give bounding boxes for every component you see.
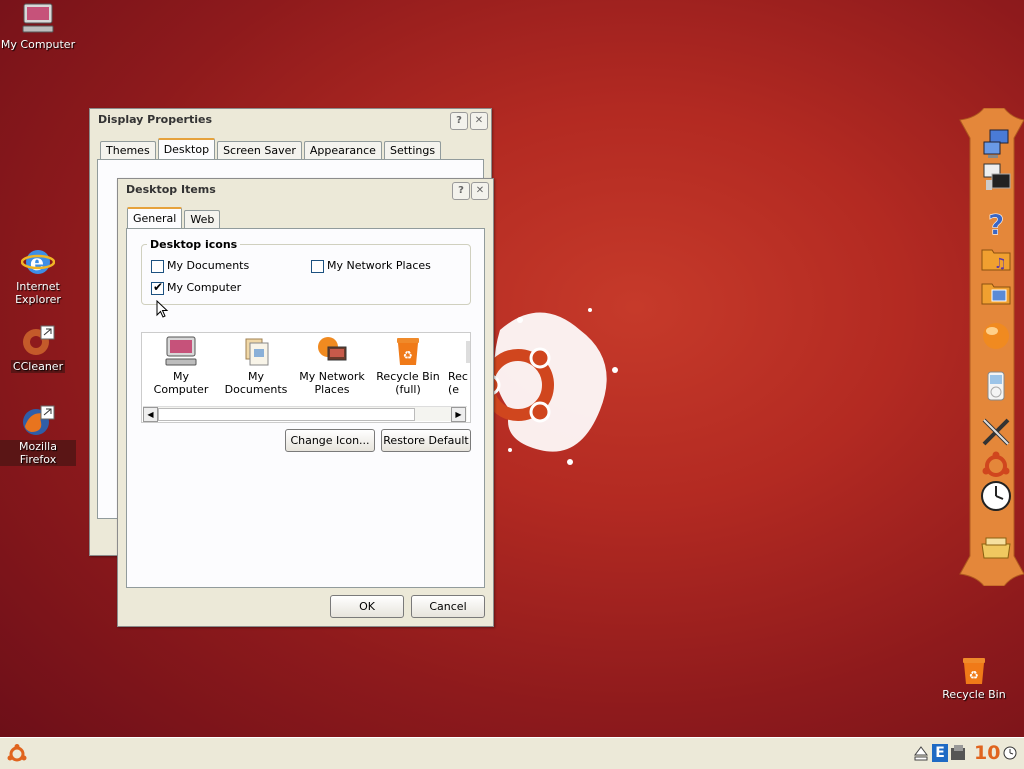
svg-text:e: e (30, 250, 44, 276)
general-tab-panel: Desktop icons My Documents My Network Pl… (126, 228, 485, 588)
desktop-icon-recycle-bin[interactable]: ♻ Recycle Bin (936, 652, 1012, 701)
checkmark-icon: ✔ (153, 280, 164, 294)
icon-list: My Computer My Documents My Network Plac… (141, 332, 471, 423)
recycle-bin-icon: ♻ (957, 652, 991, 686)
change-icon-button[interactable]: Change Icon... (285, 429, 375, 452)
tools-icon[interactable] (980, 416, 1012, 448)
start-button[interactable] (6, 743, 28, 765)
desktop-icon-label-line1: Internet (16, 280, 60, 293)
icon-list-label-line1: Rec (448, 370, 468, 383)
desktop-icon-label: My Computer (0, 38, 76, 51)
desktop-icon-my-computer[interactable]: My Computer (0, 2, 76, 51)
computer-icon (165, 336, 197, 366)
close-button[interactable]: ✕ (470, 112, 488, 130)
ccleaner-icon (21, 324, 55, 358)
network-places-icon (318, 337, 347, 361)
media-player-icon[interactable] (980, 370, 1012, 402)
firefox-icon (21, 404, 55, 438)
svg-text:♻: ♻ (403, 349, 413, 362)
pictures-folder-icon[interactable] (980, 276, 1012, 308)
computer-icon (21, 2, 55, 36)
application-dock: ? ♫ (958, 108, 1024, 586)
icon-list-label-line2: (full) (395, 383, 421, 396)
scroll-thumb[interactable] (158, 408, 415, 421)
tray-app-icon[interactable] (950, 744, 966, 762)
network-computers-icon[interactable] (980, 128, 1012, 160)
desktop-icon-internet-explorer[interactable]: e Internet Explorer (0, 244, 76, 306)
my-computer-checkbox[interactable]: ✔ (151, 280, 164, 295)
my-documents-label: My Documents (167, 259, 250, 272)
icon-list-label-line2: Places (314, 383, 350, 396)
my-network-places-label: My Network Places (327, 259, 431, 272)
ubuntu-logo-icon[interactable] (980, 450, 1012, 482)
orange-orb-icon[interactable] (980, 320, 1012, 352)
icon-list-item[interactable]: My Network Places (294, 335, 370, 396)
tab-themes[interactable]: Themes (100, 141, 156, 159)
tab-general[interactable]: General (127, 207, 183, 229)
help-icon[interactable]: ? (980, 206, 1012, 242)
ubuntu-wallpaper-logo (479, 300, 630, 470)
icon-list-item[interactable]: ♻ Recycle Bin (full) (370, 335, 446, 396)
icon-list-label-line1: Recycle Bin (376, 370, 440, 383)
icon-list-item[interactable]: My Documents (218, 335, 294, 396)
recycle-bin-dock-icon[interactable] (980, 532, 1012, 564)
tab-settings[interactable]: Settings (383, 141, 442, 159)
icon-list-label: My Computer (153, 370, 209, 396)
icon-list-label: My Documents (224, 370, 288, 396)
desktop-icon-ccleaner[interactable]: CCleaner (0, 324, 76, 373)
icon-list-item[interactable]: My Computer (146, 335, 216, 396)
help-button[interactable]: ? (452, 182, 470, 200)
desktop-icon-label-line2: Explorer (15, 293, 61, 306)
group-title: Desktop icons (147, 238, 241, 251)
desktop-items-dialog: Desktop Items ? ✕ General Web Desktop ic… (117, 178, 494, 627)
tab-web[interactable]: Web (184, 210, 221, 228)
window-title-bar: Display Properties ? ✕ (90, 109, 491, 131)
clock-display[interactable]: 10 (974, 741, 1020, 765)
internet-explorer-icon: e (20, 244, 56, 278)
tab-desktop[interactable]: Desktop (157, 138, 216, 160)
taskbar: E 10 (0, 737, 1024, 769)
clock-text: 10 (974, 742, 1001, 764)
desktop-icon-label: Mozilla Firefox (0, 440, 76, 466)
tray-eject-icon[interactable] (914, 745, 928, 761)
desktop-icons-group (141, 244, 471, 305)
recycle-bin-full-icon: ♻ (397, 338, 419, 365)
desktop-icon-firefox[interactable]: Mozilla Firefox (0, 404, 76, 466)
dialog-tab-strip: General Web (127, 207, 222, 229)
tab-strip: Themes Desktop Screen Saver Appearance S… (100, 138, 443, 160)
recycle-bin-empty-icon (466, 341, 470, 363)
svg-text:♻: ♻ (969, 669, 979, 682)
clock-icon[interactable] (980, 480, 1012, 512)
tab-appearance[interactable]: Appearance (303, 141, 382, 159)
close-button[interactable]: ✕ (471, 182, 489, 200)
my-documents-checkbox[interactable] (151, 260, 164, 273)
svg-text:♫: ♫ (994, 256, 1007, 272)
scroll-right-button[interactable]: ▶ (451, 407, 466, 422)
help-button[interactable]: ? (450, 112, 468, 130)
tab-screen-saver[interactable]: Screen Saver (217, 141, 302, 159)
icon-list-label-line1: My Network (299, 370, 365, 383)
cancel-button[interactable]: Cancel (411, 595, 485, 618)
monitors-icon[interactable] (980, 162, 1012, 194)
desktop-icon-label: Recycle Bin (942, 688, 1006, 701)
my-network-places-checkbox[interactable] (311, 260, 324, 273)
window-title: Display Properties (98, 113, 213, 126)
icon-list-item[interactable]: Rec (e (448, 335, 470, 396)
icon-list-label-line2: (e (448, 383, 460, 396)
clock-face-icon (1003, 746, 1017, 760)
restore-default-button[interactable]: Restore Default (381, 429, 471, 452)
tray-e-icon[interactable]: E (932, 744, 948, 762)
mouse-cursor-icon (156, 300, 169, 318)
documents-icon (245, 338, 269, 366)
my-computer-label: My Computer (167, 281, 242, 294)
ok-button[interactable]: OK (330, 595, 404, 618)
svg-text:?: ? (988, 208, 1004, 238)
scroll-left-button[interactable]: ◀ (143, 407, 158, 422)
dialog-title: Desktop Items (126, 183, 216, 196)
horizontal-scrollbar[interactable]: ◀ ▶ (143, 406, 467, 422)
dialog-title-bar: Desktop Items ? ✕ (118, 179, 493, 201)
ubuntu-start-icon (7, 744, 27, 762)
music-folder-icon[interactable]: ♫ (980, 242, 1012, 274)
desktop-icon-label: CCleaner (10, 360, 66, 373)
